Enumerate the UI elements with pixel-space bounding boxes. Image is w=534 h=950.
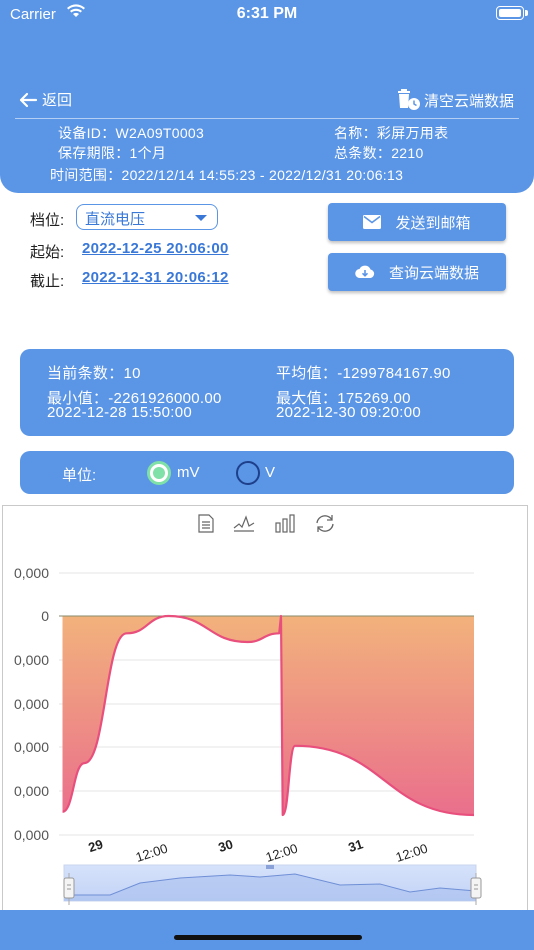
y-tick-label: 0,000 [14, 565, 49, 581]
data-zoom-slider[interactable] [63, 864, 482, 905]
query-cloud-button[interactable]: 查询云端数据 [328, 253, 506, 291]
y-tick-label: 0,000 [14, 652, 49, 668]
clear-cloud-data-button[interactable]: 清空云端数据 [396, 89, 514, 111]
gear-select[interactable]: 直流电压 [76, 204, 218, 230]
end-date-link[interactable]: 2022-12-31 20:06:12 [82, 269, 229, 286]
unit-label: 单位: [62, 467, 97, 484]
unit-option-v[interactable]: V [265, 464, 275, 481]
back-button[interactable]: 返回 [18, 89, 72, 110]
unit-selector: 单位: mV V [20, 451, 514, 494]
caret-down-icon [195, 215, 207, 221]
bottom-bar [0, 910, 534, 950]
average-text: 平均值：-1299784167.90 [276, 365, 451, 382]
home-indicator[interactable] [174, 935, 362, 940]
time-range-text: 时间范围：2022/12/14 14:55:23 - 2022/12/31 20… [50, 167, 404, 183]
clock-time: 6:31 PM [236, 5, 298, 22]
mail-icon [363, 215, 382, 229]
x-tick-label: 30 [216, 836, 234, 855]
back-arrow-icon [19, 92, 38, 107]
min-time-text: 2022-12-28 15:50:00 [47, 404, 192, 421]
max-time-text: 2022-12-30 09:20:00 [276, 404, 421, 421]
line-chart-icon[interactable] [233, 515, 255, 532]
device-id-text: 设备ID：W2A09T0003 [58, 125, 205, 141]
query-cloud-label: 查询云端数据 [388, 264, 479, 282]
current-count-text: 当前条数：10 [47, 365, 141, 382]
bar-chart-icon[interactable] [275, 514, 295, 533]
y-tick-label: 0,000 [14, 783, 49, 799]
back-label: 返回 [42, 92, 73, 109]
chart: 0,000 0 0,000 0,000 0,000 0,000 0,000 29… [14, 514, 482, 905]
send-email-label: 发送到邮箱 [395, 214, 471, 232]
unit-radio-mv[interactable] [147, 461, 171, 485]
restore-icon[interactable] [316, 515, 334, 532]
x-tick-label: 12:00 [264, 841, 300, 865]
retention-text: 保存期限：1个月 [58, 145, 167, 161]
clear-cloud-data-label: 清空云端数据 [423, 92, 514, 110]
device-name-text: 名称：彩屏万用表 [334, 125, 449, 141]
x-tick-label: 12:00 [134, 841, 170, 865]
status-bar: Carrier 6:31 PM [0, 0, 534, 30]
gear-select-value: 直流电压 [85, 211, 146, 228]
start-date-link[interactable]: 2022-12-25 20:06:00 [82, 240, 229, 257]
header-panel: Carrier 6:31 PM 返回 清空云端数据 设备ID：W2A09T000… [0, 0, 534, 193]
unit-option-mv[interactable]: mV [177, 464, 200, 481]
y-tick-label: 0 [41, 608, 49, 624]
gear-label: 档位: [30, 212, 65, 229]
slider-move-handle[interactable] [266, 865, 274, 869]
header-divider [15, 118, 519, 119]
unit-radio-v[interactable] [236, 461, 260, 485]
y-tick-label: 0,000 [14, 696, 49, 712]
trash-clock-icon [397, 89, 420, 110]
x-tick-label: 31 [346, 836, 364, 855]
stats-panel: 当前条数：10 平均值：-1299784167.90 最小值：-22619260… [20, 349, 514, 436]
data-view-icon[interactable] [198, 514, 214, 533]
start-label: 起始: [30, 244, 65, 261]
total-count-text: 总条数：2210 [334, 145, 424, 161]
battery-icon [496, 6, 528, 20]
end-label: 截止: [30, 273, 65, 290]
cloud-download-icon [355, 265, 375, 279]
series-area [62, 616, 474, 815]
y-tick-label: 0,000 [14, 827, 49, 843]
x-tick-label: 29 [86, 836, 104, 855]
x-tick-label: 12:00 [394, 841, 430, 865]
send-email-button[interactable]: 发送到邮箱 [328, 203, 506, 241]
y-tick-label: 0,000 [14, 739, 49, 755]
